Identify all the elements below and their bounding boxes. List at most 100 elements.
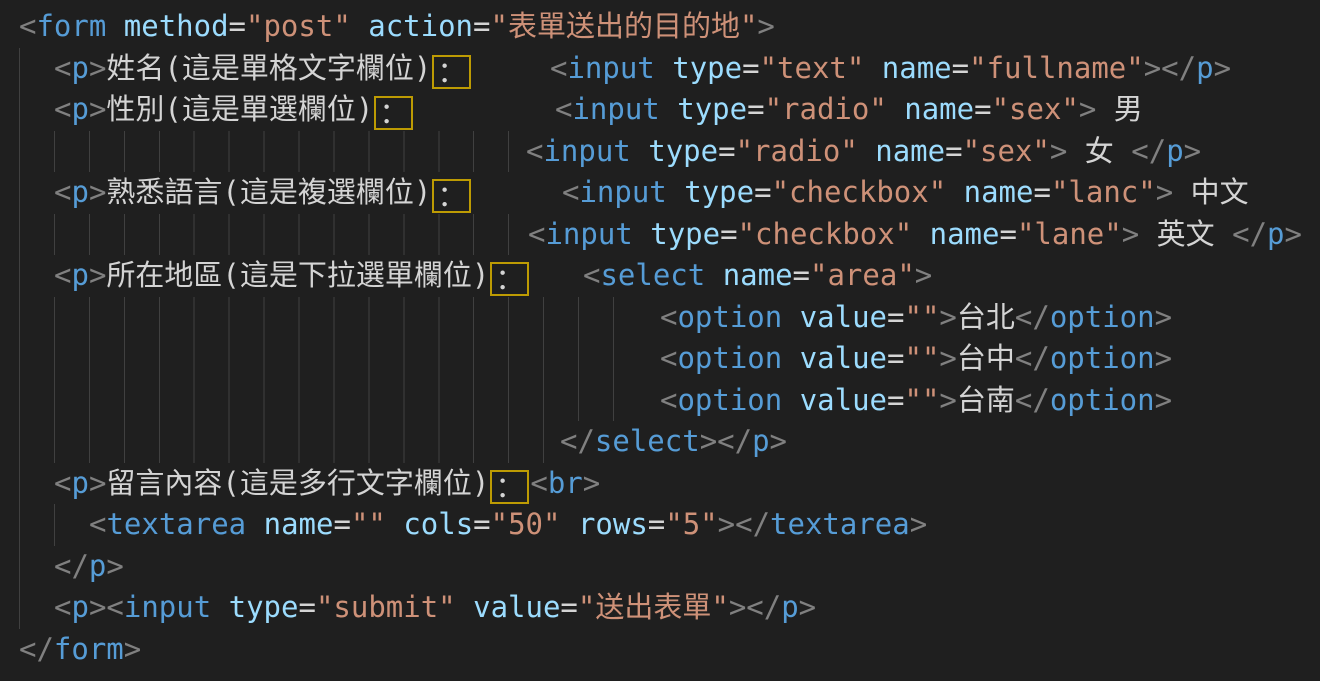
token: 留言內容(這是多行文字欄位) (106, 466, 489, 500)
code-line[interactable]: </select></p> (0, 421, 1320, 463)
indent-guides (19, 587, 21, 629)
token: option (1050, 341, 1155, 375)
code-run: <p>性別(這是單選欄位)： (54, 89, 414, 131)
indent-guides (19, 463, 21, 505)
code-line[interactable]: </form> (0, 629, 1320, 671)
code-line[interactable]: <p>性別(這是單選欄位)： <input type="radio" name="… (0, 89, 1320, 131)
code-line[interactable]: <p><input type="submit" value="送出表單"></p… (0, 587, 1320, 629)
code-line[interactable]: <form method="post" action="表單送出的目的地"> (0, 6, 1320, 48)
token: < (660, 341, 677, 375)
token: > (939, 341, 956, 375)
token: select (595, 424, 700, 458)
token: input (545, 217, 632, 251)
code-run: <p>留言內容(這是多行文字欄位)：<br> (54, 463, 600, 505)
code-line[interactable]: <option value="">台南</option> (0, 380, 1320, 422)
token (633, 217, 650, 251)
token: type (684, 175, 754, 209)
token (864, 51, 881, 85)
token: < (555, 92, 572, 126)
code-line[interactable]: <option value="">台北</option> (0, 297, 1320, 339)
token: input (579, 175, 666, 209)
token: p (71, 258, 88, 292)
token: value (800, 341, 887, 375)
indent-guides (19, 380, 615, 422)
code-run: </p> (54, 546, 124, 588)
token: 所在地區(這是下拉選單欄位) (106, 258, 489, 292)
token: > (89, 466, 106, 500)
token: = (887, 341, 904, 375)
token: p (71, 466, 88, 500)
code-run: <input type="radio" name="sex"> 男 (555, 89, 1143, 131)
code-line[interactable]: <input type="checkbox" name="lane"> 英文 <… (0, 214, 1320, 256)
token: "" (351, 507, 386, 541)
code-line[interactable]: <p>熟悉語言(這是複選欄位)：<input type="checkbox" n… (0, 172, 1320, 214)
token: name (882, 51, 952, 85)
token: 英文 (1139, 217, 1232, 251)
token: > (915, 258, 932, 292)
token: < (54, 175, 71, 209)
code-run: <p>姓名(這是單格文字欄位)： (54, 48, 472, 90)
token: select (600, 258, 705, 292)
token (211, 590, 228, 624)
token: name (930, 217, 1000, 251)
token: </ (1015, 341, 1050, 375)
token: option (677, 300, 782, 334)
token: "radio" (765, 92, 887, 126)
token: = (945, 134, 962, 168)
token (705, 258, 722, 292)
token: = (742, 51, 759, 85)
token: 台南 (957, 383, 1015, 417)
token: > (939, 383, 956, 417)
token: > (770, 424, 787, 458)
token: >< (89, 590, 124, 624)
indent-guides (19, 172, 21, 214)
token: > (939, 300, 956, 334)
token: 熟悉語言(這是複選欄位) (106, 175, 431, 209)
code-run: <input type="text" name="fullname"></p> (550, 48, 1231, 90)
token: </ (54, 549, 89, 583)
code-line[interactable]: <option value="">台中</option> (0, 338, 1320, 380)
token: 姓名(這是單格文字欄位) (106, 51, 431, 85)
token: "area" (810, 258, 915, 292)
token: = (560, 590, 577, 624)
token: > (583, 466, 600, 500)
token: value (473, 590, 560, 624)
code-run: <p>所在地區(這是下拉選單欄位)： (54, 255, 530, 297)
indent-guides (19, 338, 615, 380)
token: name (264, 507, 334, 541)
code-line[interactable]: <input type="radio" name="sex"> 女 </p> (0, 131, 1320, 173)
code-run: </form> (19, 629, 141, 671)
token: method (124, 9, 229, 43)
token: form (54, 632, 124, 666)
token (782, 341, 799, 375)
code-run: <form method="post" action="表單送出的目的地"> (19, 6, 775, 48)
token: = (648, 507, 665, 541)
token: > (1079, 92, 1096, 126)
token: = (333, 507, 350, 541)
token (386, 507, 403, 541)
token: < (54, 51, 71, 85)
token: ></ (1144, 51, 1196, 85)
token: form (36, 9, 106, 43)
code-line[interactable]: <textarea name="" cols="50" rows="5"></t… (0, 504, 1320, 546)
unicode-highlight-box: ： (490, 470, 529, 504)
token: = (718, 134, 735, 168)
code-line[interactable]: </p> (0, 546, 1320, 588)
token (246, 507, 263, 541)
token: value (800, 383, 887, 417)
code-line[interactable]: <p>留言內容(這是多行文字欄位)：<br> (0, 463, 1320, 505)
token: < (528, 217, 545, 251)
token: < (54, 466, 71, 500)
token: "送出表單" (578, 590, 729, 624)
code-line[interactable]: <p>所在地區(這是下拉選單欄位)：<select name="area"> (0, 255, 1320, 297)
code-line[interactable]: <p>姓名(這是單格文字欄位)：<input type="text" name=… (0, 48, 1320, 90)
token: "" (904, 383, 939, 417)
code-editor[interactable]: <form method="post" action="表單送出的目的地"><p… (0, 0, 1320, 681)
token (887, 92, 904, 126)
indent-guides (19, 214, 512, 256)
code-run: <option value="">台中</option> (660, 338, 1172, 380)
token: = (473, 9, 490, 43)
token: > (1122, 217, 1139, 251)
token: "text" (760, 51, 865, 85)
token: < (583, 258, 600, 292)
